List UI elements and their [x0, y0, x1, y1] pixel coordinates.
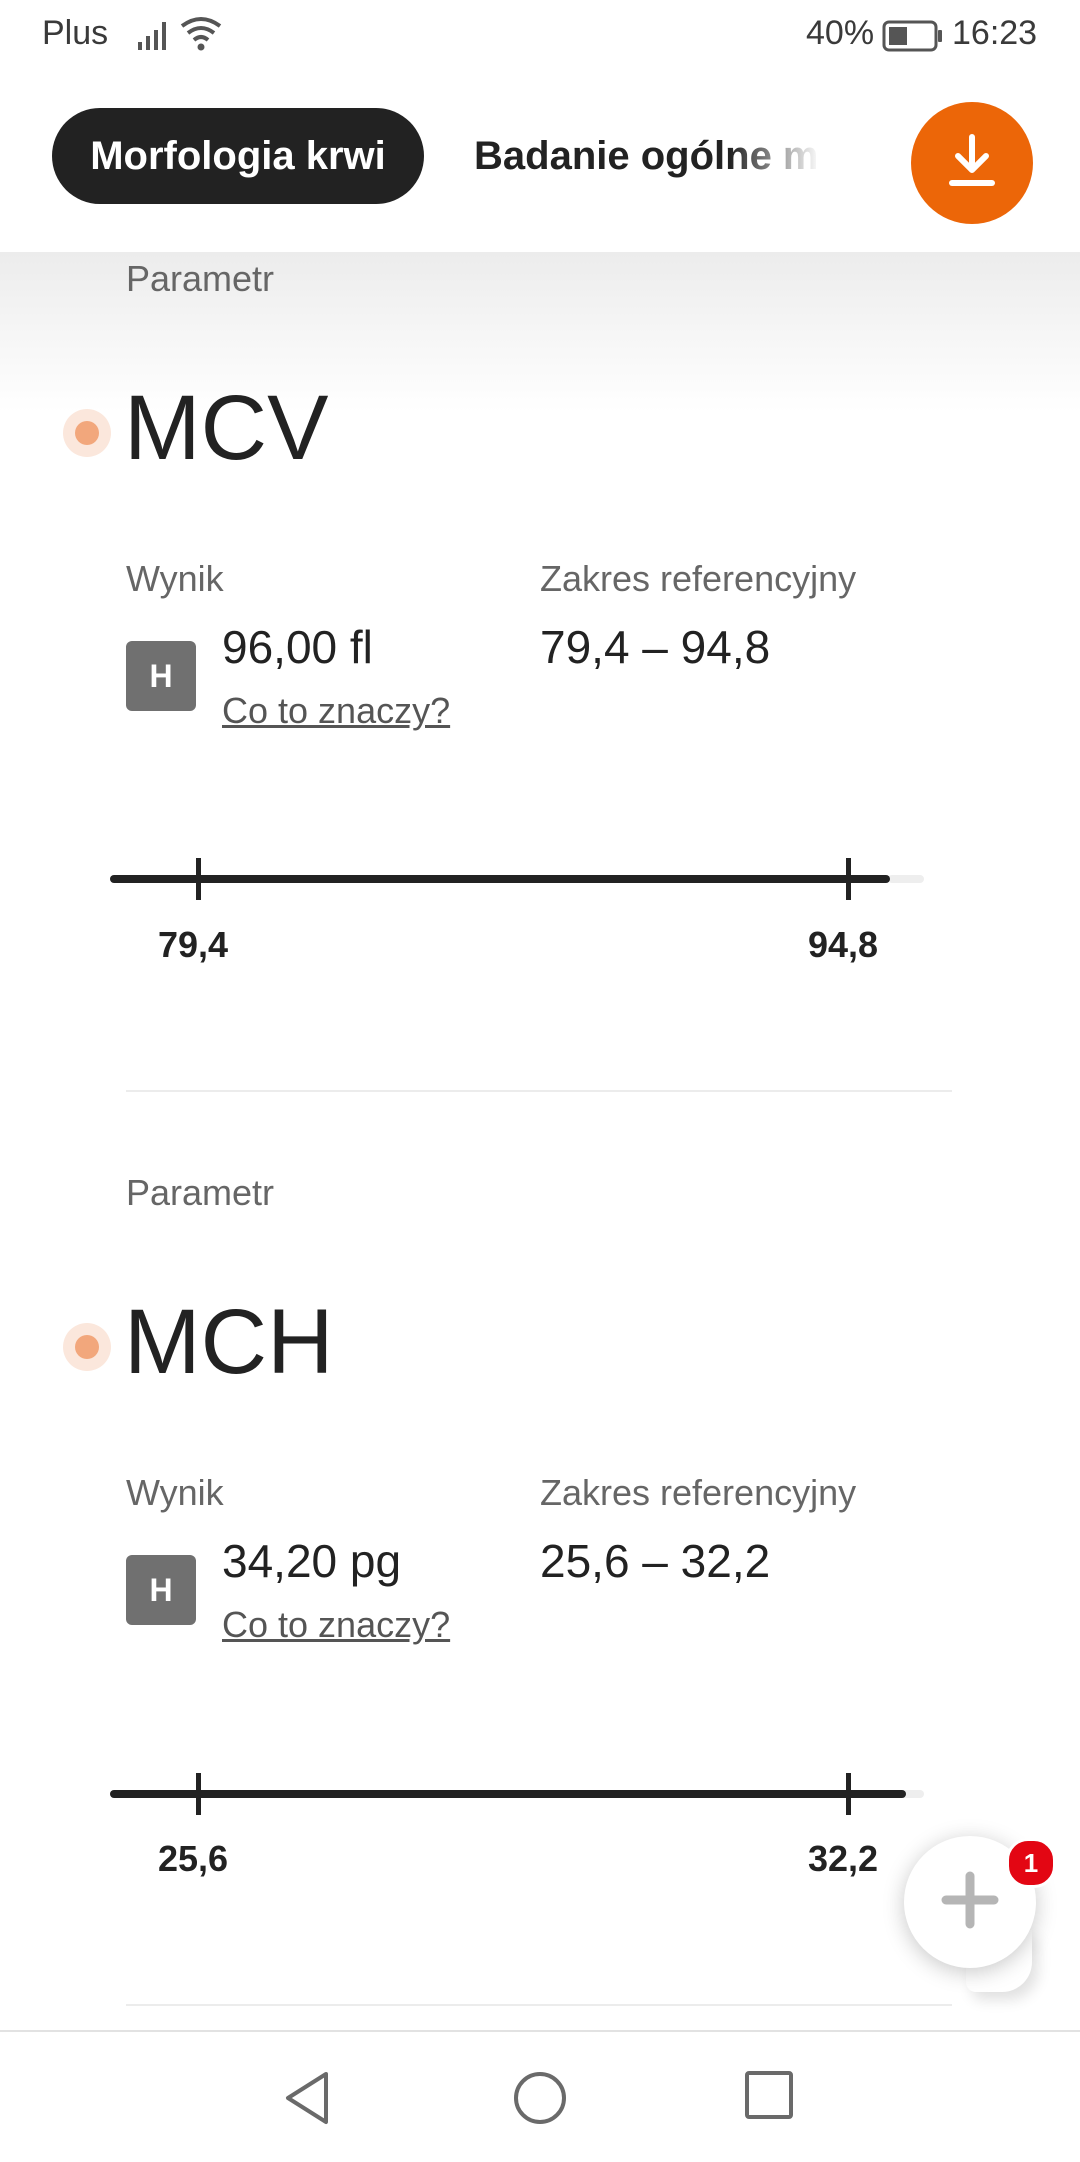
range-min-tick [196, 1773, 201, 1815]
parameter-name: MCH [124, 1291, 334, 1393]
reference-range-value: 25,6 – 32,2 [540, 1535, 771, 1587]
back-icon[interactable] [282, 2070, 332, 2131]
tab-morfologia-krwi[interactable]: Morfologia krwi [52, 108, 424, 204]
status-dot-icon [63, 1323, 111, 1371]
range-bar [110, 875, 890, 883]
result-label: Wynik [126, 558, 224, 599]
battery-icon [882, 20, 944, 57]
reference-range-value: 79,4 – 94,8 [540, 621, 771, 673]
parameter-section-label: Parametr [126, 258, 275, 299]
carrier-name: Plus [42, 14, 109, 52]
tab-scroll-fade [730, 108, 850, 204]
range-max-label: 94,8 [808, 924, 879, 965]
notification-badge: 1 [1006, 1838, 1056, 1888]
result-label: Wynik [126, 1472, 224, 1513]
range-min-label: 79,4 [158, 924, 229, 965]
result-value: 96,00 fl [222, 621, 373, 673]
recents-icon[interactable] [744, 2070, 794, 2125]
range-max-tick [846, 858, 851, 900]
card-divider [126, 1090, 952, 1092]
high-flag-badge: H [126, 1555, 196, 1625]
parameter-name: MCV [124, 377, 329, 479]
reference-range-label: Zakres referencyjny [540, 1472, 857, 1513]
range-max-label: 32,2 [808, 1838, 879, 1879]
system-navigation-bar [0, 2030, 1080, 2162]
status-dot-icon [63, 409, 111, 457]
range-min-tick [196, 858, 201, 900]
high-flag-badge: H [126, 641, 196, 711]
card-divider [126, 2004, 952, 2006]
download-button[interactable] [911, 102, 1033, 224]
signal-icon [136, 16, 172, 57]
result-value: 34,20 pg [222, 1535, 402, 1587]
range-max-tick [846, 1773, 851, 1815]
home-icon[interactable] [512, 2070, 568, 2131]
tab-header: Morfologia krwi Badanie ogólne moczu [0, 70, 1080, 252]
download-icon [944, 131, 1000, 196]
range-bar [110, 1790, 906, 1798]
what-does-it-mean-link[interactable]: Co to znaczy? [222, 1604, 450, 1646]
what-does-it-mean-link[interactable]: Co to znaczy? [222, 690, 450, 732]
parameter-section-label: Parametr [126, 1172, 275, 1213]
range-min-label: 25,6 [158, 1838, 229, 1879]
wifi-icon [180, 16, 222, 57]
status-bar: Plus 40% 16:23 [0, 0, 1080, 71]
reference-range-label: Zakres referencyjny [540, 558, 857, 599]
battery-percent: 40% [806, 14, 875, 52]
range-track [888, 875, 924, 883]
plus-icon [940, 1870, 1000, 1935]
clock-time: 16:23 [952, 14, 1038, 52]
